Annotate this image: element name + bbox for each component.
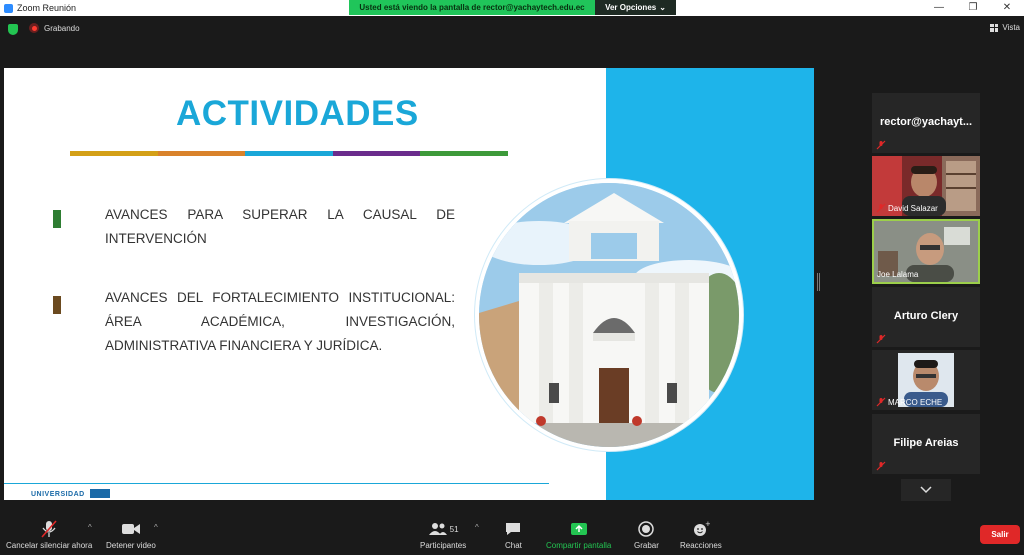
color-segment bbox=[420, 151, 508, 156]
muted-mic-icon bbox=[876, 140, 886, 150]
color-segment bbox=[332, 151, 421, 156]
meeting-toolbar: Cancelar silenciar ahora ^ Detener video… bbox=[0, 513, 1024, 555]
muted-mic-icon bbox=[876, 461, 886, 471]
chat-label: Chat bbox=[505, 541, 522, 550]
participant-tile[interactable]: MARCO ECHE bbox=[872, 350, 980, 410]
university-logo-badge bbox=[90, 489, 110, 498]
participants-button[interactable]: 51 Participantes bbox=[420, 520, 466, 550]
maximize-button[interactable]: ❐ bbox=[956, 0, 990, 16]
zoom-logo-icon bbox=[4, 3, 13, 13]
bullet-text: AVANCES DEL FORTALECIMIENTO INSTITUCIONA… bbox=[105, 290, 455, 353]
record-label: Grabar bbox=[634, 541, 659, 550]
leave-meeting-button[interactable]: Salir bbox=[980, 525, 1020, 544]
bullet-marker bbox=[53, 296, 61, 314]
unmute-button[interactable]: Cancelar silenciar ahora bbox=[6, 520, 92, 550]
slide-footer-line bbox=[4, 483, 549, 484]
participant-name: MARCO ECHE bbox=[888, 398, 943, 407]
slide-color-bar bbox=[70, 151, 508, 156]
view-button[interactable]: Vista bbox=[990, 23, 1020, 32]
chat-icon bbox=[505, 520, 521, 538]
share-screen-button[interactable]: Compartir pantalla bbox=[546, 520, 611, 550]
muted-mic-icon bbox=[41, 520, 57, 538]
participant-name: Joe Lalama bbox=[877, 270, 919, 279]
recording-label: Grabando bbox=[44, 23, 80, 33]
shared-screen[interactable]: ACTIVIDADES AVANCES PARA SUPERAR LA CAUS… bbox=[4, 68, 814, 500]
view-label: Vista bbox=[1002, 23, 1020, 32]
participants-count: 51 bbox=[449, 524, 459, 534]
video-camera-icon bbox=[121, 520, 141, 538]
stop-video-button[interactable]: Detener video bbox=[106, 520, 156, 550]
recording-indicator[interactable]: Grabando bbox=[29, 23, 80, 33]
record-button[interactable]: Grabar bbox=[634, 520, 659, 550]
participant-tile[interactable]: David Salazar bbox=[872, 156, 980, 216]
share-screen-icon bbox=[570, 520, 588, 538]
share-screen-label: Compartir pantalla bbox=[546, 541, 612, 550]
view-options-button[interactable]: Ver Opciones ⌄ bbox=[595, 0, 676, 15]
color-segment bbox=[245, 151, 333, 156]
participant-name: rector@yachayt... bbox=[879, 116, 973, 128]
minimize-button[interactable]: — bbox=[922, 0, 956, 16]
meeting-topbar: Grabando Vista bbox=[0, 16, 1024, 42]
muted-mic-icon bbox=[876, 203, 886, 213]
app-title: Zoom Reunión bbox=[4, 3, 76, 13]
unmute-label: Cancelar silenciar ahora bbox=[6, 541, 93, 550]
bullet-marker bbox=[53, 210, 61, 228]
participants-options-caret[interactable]: ^ bbox=[475, 523, 479, 532]
muted-mic-icon bbox=[876, 334, 886, 344]
chevron-down-icon bbox=[920, 486, 932, 494]
video-options-caret[interactable]: ^ bbox=[154, 523, 158, 532]
color-segment bbox=[70, 151, 158, 156]
view-options-label: Ver Opciones bbox=[605, 3, 657, 12]
grid-icon bbox=[990, 23, 999, 32]
scroll-participants-down-button[interactable] bbox=[901, 479, 951, 501]
reactions-label: Reacciones bbox=[680, 541, 722, 550]
window-titlebar: Zoom Reunión Usted está viendo la pantal… bbox=[0, 0, 1024, 16]
window-title: Zoom Reunión bbox=[17, 3, 77, 13]
close-button[interactable]: ✕ bbox=[990, 0, 1024, 16]
people-icon bbox=[428, 523, 447, 535]
participant-tile[interactable]: Filipe Areias bbox=[872, 414, 980, 474]
smiley-plus-icon: + bbox=[692, 520, 710, 538]
participants-icon-group: 51 bbox=[428, 520, 459, 538]
chevron-down-icon: ⌄ bbox=[659, 3, 666, 12]
panel-resize-handle[interactable] bbox=[817, 273, 820, 291]
bullet-text: AVANCES PARA SUPERAR LA CAUSAL DE INTERV… bbox=[105, 207, 455, 246]
stop-video-label: Detener video bbox=[106, 541, 156, 550]
shield-icon[interactable] bbox=[8, 24, 18, 35]
participant-name: Arturo Clery bbox=[893, 310, 959, 322]
university-logo: UNIVERSIDAD bbox=[31, 491, 85, 498]
slide-title: ACTIVIDADES bbox=[176, 94, 419, 133]
chat-button[interactable]: Chat bbox=[505, 520, 522, 550]
participant-name: Filipe Areias bbox=[893, 437, 959, 449]
record-icon bbox=[29, 23, 39, 33]
audio-options-caret[interactable]: ^ bbox=[88, 523, 92, 532]
reactions-button[interactable]: + Reacciones bbox=[680, 520, 722, 550]
participant-tile[interactable]: Arturo Clery bbox=[872, 287, 980, 347]
window-controls: — ❐ ✕ bbox=[922, 0, 1024, 16]
participants-label: Participantes bbox=[420, 541, 467, 550]
svg-text:+: + bbox=[705, 521, 710, 528]
participant-name: David Salazar bbox=[888, 204, 938, 213]
university-building-image bbox=[475, 179, 743, 451]
participant-tile-active-speaker[interactable]: Joe Lalama bbox=[872, 219, 980, 284]
share-banner-message: Usted está viendo la pantalla de rector@… bbox=[349, 0, 595, 15]
participant-tile[interactable]: rector@yachayt... bbox=[872, 93, 980, 153]
share-banner: Usted está viendo la pantalla de rector@… bbox=[349, 0, 676, 15]
color-segment bbox=[157, 151, 246, 156]
muted-mic-icon bbox=[876, 397, 886, 407]
record-icon bbox=[638, 520, 655, 538]
